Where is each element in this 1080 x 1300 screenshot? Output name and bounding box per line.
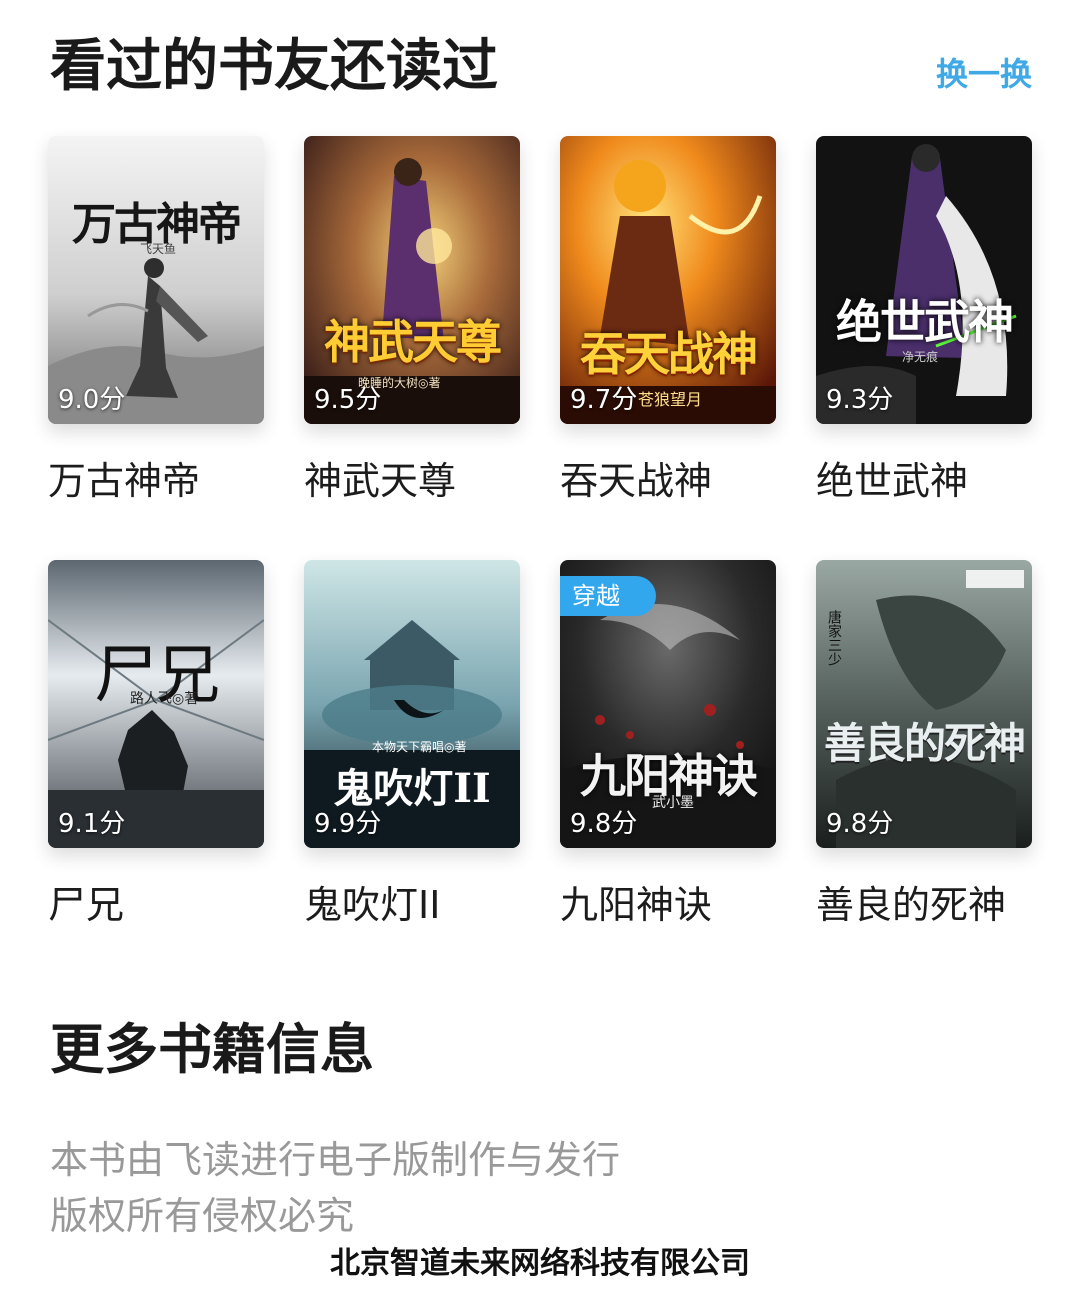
book-title[interactable]: 吞天战神 — [560, 458, 776, 504]
book-title[interactable]: 鬼吹灯II — [304, 882, 520, 928]
book-card[interactable]: 绝世武神 净无痕 9.3分 绝世武神 — [816, 136, 1032, 560]
cover-title: 绝世武神 — [836, 295, 1014, 349]
cover-author: 苍狼望月 — [638, 390, 703, 409]
book-recommendations-page: 看过的书友还读过 换一换 万古神帝 飞天鱼 9.0分 万古神帝 神武天尊 晚睡的… — [0, 0, 1080, 1300]
copyright-note: 版权所有侵权必究 — [50, 1194, 355, 1238]
book-card[interactable]: 万古神帝 飞天鱼 9.0分 万古神帝 — [48, 136, 264, 560]
book-title[interactable]: 尸兄 — [48, 882, 264, 928]
book-score: 9.8分 — [826, 809, 894, 839]
cover-title: 善良的死神 — [823, 719, 1026, 768]
book-score: 9.9分 — [314, 809, 382, 839]
book-card[interactable]: 吞天战神 苍狼望月 9.7分 吞天战神 — [560, 136, 776, 560]
cover-author: 净无痕 — [902, 350, 939, 364]
book-title[interactable]: 神武天尊 — [304, 458, 520, 504]
book-cover[interactable]: 万古神帝 飞天鱼 9.0分 — [48, 136, 264, 424]
book-score: 9.7分 — [570, 385, 638, 415]
book-title[interactable]: 绝世武神 — [816, 458, 1032, 504]
book-cover[interactable]: 尸兄 路人飞◎著 9.1分 — [48, 560, 264, 848]
book-title[interactable]: 善良的死神 — [816, 882, 1032, 928]
book-card[interactable]: 穿越 九阳神诀 武小墨 9.8分 九阳神诀 — [560, 560, 776, 984]
book-grid: 万古神帝 飞天鱼 9.0分 万古神帝 神武天尊 晚睡的大树◎著 9.5分 神武天… — [48, 136, 1032, 984]
cover-author: 武小墨 — [652, 795, 694, 811]
cover-author: 唐家三少 — [826, 610, 842, 666]
cover-title: 吞天战神 — [580, 327, 758, 381]
book-cover[interactable]: 神武天尊 晚睡的大树◎著 9.5分 — [304, 136, 520, 424]
book-title[interactable]: 九阳神诀 — [560, 882, 776, 928]
cover-author: 本物天下霸唱◎著 — [372, 740, 467, 754]
refresh-button[interactable]: 换一换 — [936, 54, 1032, 94]
publisher-note: 本书由飞读进行电子版制作与发行 — [50, 1138, 621, 1182]
book-score: 9.8分 — [570, 809, 638, 839]
book-score: 9.5分 — [314, 385, 382, 415]
book-card[interactable]: 神武天尊 晚睡的大树◎著 9.5分 神武天尊 — [304, 136, 520, 560]
section-header: 看过的书友还读过 换一换 — [50, 28, 1032, 98]
book-card[interactable]: 尸兄 路人飞◎著 9.1分 尸兄 — [48, 560, 264, 984]
company-name: 北京智道未来网络科技有限公司 — [330, 1246, 750, 1281]
section-title: 看过的书友还读过 — [50, 33, 498, 99]
book-cover[interactable]: 绝世武神 净无痕 9.3分 — [816, 136, 1032, 424]
book-cover[interactable]: 穿越 九阳神诀 武小墨 9.8分 — [560, 560, 776, 848]
book-cover[interactable]: 吞天战神 苍狼望月 9.7分 — [560, 136, 776, 424]
cover-title: 神武天尊 — [324, 315, 502, 369]
book-title[interactable]: 万古神帝 — [48, 458, 264, 504]
book-score: 9.3分 — [826, 385, 894, 415]
book-score: 9.1分 — [58, 809, 126, 839]
genre-badge: 穿越 — [560, 576, 656, 616]
book-cover[interactable]: 本物天下霸唱◎著 鬼吹灯ⅠⅠ 9.9分 — [304, 560, 520, 848]
book-score: 9.0分 — [58, 385, 126, 415]
more-info-title: 更多书籍信息 — [50, 1017, 374, 1081]
book-cover[interactable]: 唐家三少 善良的死神 9.8分 — [816, 560, 1032, 848]
cover-author: 飞天鱼 — [140, 242, 177, 256]
book-card[interactable]: 本物天下霸唱◎著 鬼吹灯ⅠⅠ 9.9分 鬼吹灯II — [304, 560, 520, 984]
cover-author: 路人飞◎著 — [130, 691, 199, 707]
book-card[interactable]: 唐家三少 善良的死神 9.8分 善良的死神 — [816, 560, 1032, 984]
